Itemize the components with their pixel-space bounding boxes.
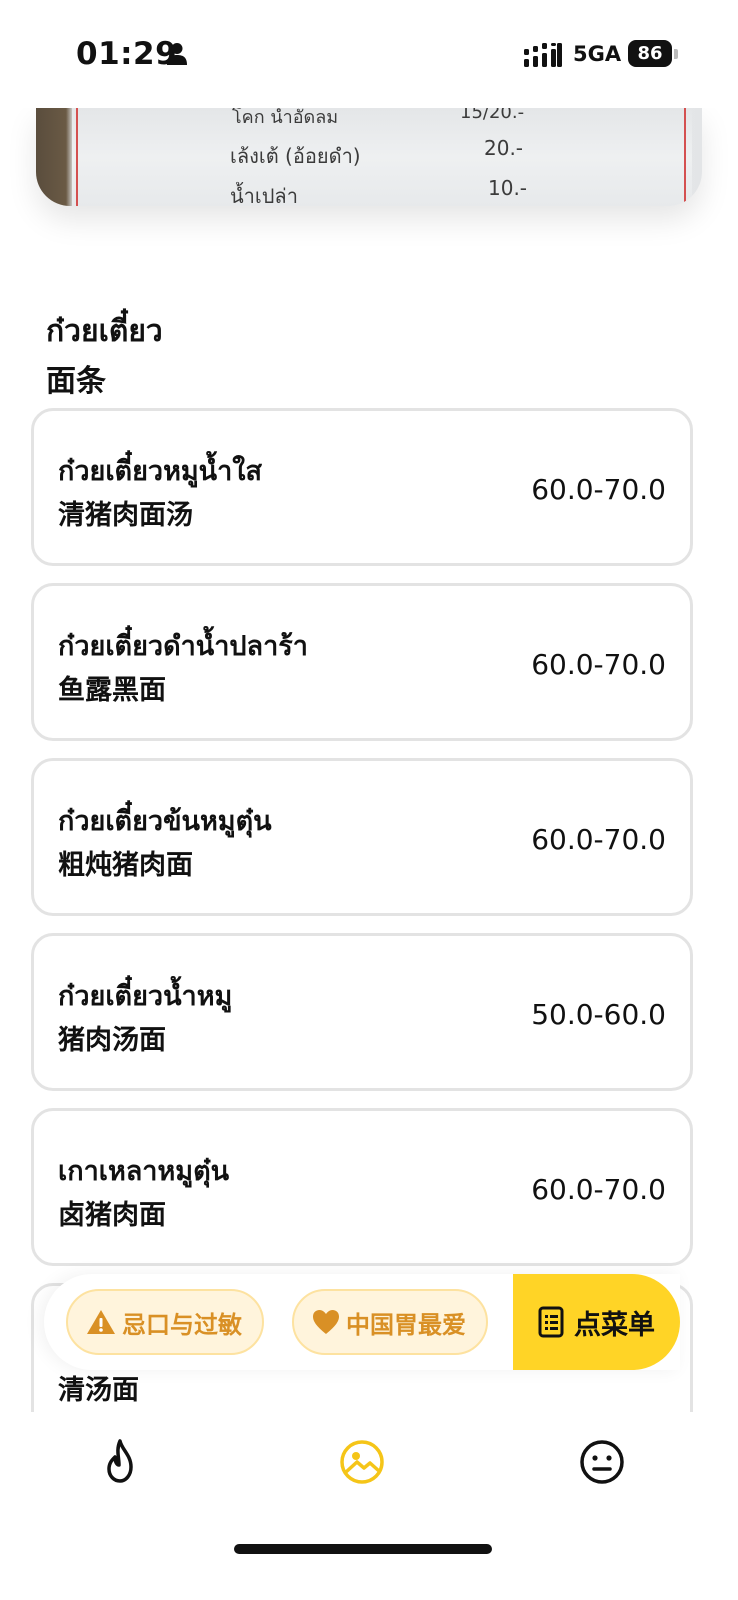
dish-name-thai: ก๋วยเตี๋ยวหมูน้ำใส (58, 456, 262, 487)
nav-hot[interactable] (96, 1438, 144, 1486)
nav-menu-scan[interactable] (338, 1438, 386, 1486)
face-icon (580, 1440, 624, 1484)
status-time: 01:29 (76, 36, 178, 72)
dish-card[interactable]: ก๋วยเตี๋ยวข้นหมูตุ๋น 粗炖猪肉面 60.0-70.0 (31, 758, 693, 916)
allergy-chip[interactable]: 忌口与过敏 (66, 1289, 264, 1355)
photo-line-2-name: เล้งเต้ (อ้อยดำ) (230, 144, 361, 168)
dish-card[interactable]: เกาเหลาหมูตุ๋น 卤猪肉面 60.0-70.0 (31, 1108, 693, 1266)
dish-name-thai: ก๋วยเตี๋ยวดำน้ำปลาร้า (58, 631, 308, 662)
photo-line-3-name: น้ำเปล่า (230, 184, 298, 206)
section-title-thai: ก๋วยเตี๋ยว (46, 314, 163, 349)
order-label: 点菜单 (574, 1309, 655, 1341)
battery-icon: 86 (628, 40, 680, 67)
heart-icon (313, 1310, 339, 1334)
photo-margin-line (684, 108, 686, 206)
network-label: 5GA (573, 42, 622, 66)
list-icon (538, 1306, 564, 1338)
dish-name-cn: 鱼露黑面 (58, 675, 166, 706)
dish-name-cn: 猪肉汤面 (58, 1025, 166, 1056)
allergy-label: 忌口与过敏 (122, 1310, 242, 1339)
dish-price: 60.0-70.0 (531, 1173, 666, 1206)
dish-name-cn: 卤猪肉面 (58, 1200, 166, 1231)
dish-name-cn: 清猪肉面汤 (58, 500, 193, 531)
photo-line-1-price: 15/20.- (460, 108, 525, 123)
person-icon (167, 43, 187, 65)
dish-name-thai: ก๋วยเตี๋ยวน้ำหมู (58, 981, 233, 1012)
dish-card[interactable]: ก๋วยเตี๋ยวน้ำหมู 猪肉汤面 50.0-60.0 (31, 933, 693, 1091)
signal-icon (524, 43, 562, 67)
dish-price: 60.0-70.0 (531, 648, 666, 681)
warning-icon (87, 1310, 115, 1334)
home-indicator (234, 1544, 492, 1554)
dish-price: 50.0-60.0 (531, 998, 666, 1031)
photo-line-3-price: 10.- (488, 176, 528, 200)
section-title-cn: 面条 (46, 364, 106, 399)
bottom-nav (0, 1412, 738, 1600)
dish-price: 60.0-70.0 (531, 823, 666, 856)
dish-name-cn: 清汤面 (58, 1375, 139, 1406)
order-menu-button[interactable]: 点菜单 (513, 1274, 680, 1370)
image-icon (340, 1440, 384, 1484)
photo-line-1-name: โคก น้ำอัดลม (232, 108, 339, 128)
menu-photo-paper (72, 108, 692, 206)
dish-name-cn: 粗炖猪肉面 (58, 850, 193, 881)
battery-level: 86 (637, 43, 663, 64)
dish-name-thai: ก๋วยเตี๋ยวข้นหมูตุ๋น (58, 806, 272, 837)
favorite-label: 中国胃最爱 (346, 1310, 466, 1339)
dish-card[interactable]: ก๋วยเตี๋ยวหมูน้ำใส 清猪肉面汤 60.0-70.0 (31, 408, 693, 566)
photo-margin-line (76, 108, 78, 206)
dish-name-thai: เกาเหลาหมูตุ๋น (58, 1156, 230, 1187)
dish-card[interactable]: ก๋วยเตี๋ยวดำน้ำปลาร้า 鱼露黑面 60.0-70.0 (31, 583, 693, 741)
photo-line-2-price: 20.- (484, 136, 524, 160)
status-bar: 01:29 5GA 86 (0, 0, 738, 108)
favorite-chip[interactable]: 中国胃最爱 (292, 1289, 488, 1355)
menu-photo[interactable]: โคก น้ำอัดลม 15/20.- เล้งเต้ (อ้อยดำ) 20… (36, 108, 702, 206)
flame-icon (107, 1439, 133, 1483)
dish-price: 60.0-70.0 (531, 473, 666, 506)
action-bar: 忌口与过敏 中国胃最爱 点菜单 (44, 1274, 680, 1370)
nav-profile[interactable] (578, 1438, 626, 1486)
